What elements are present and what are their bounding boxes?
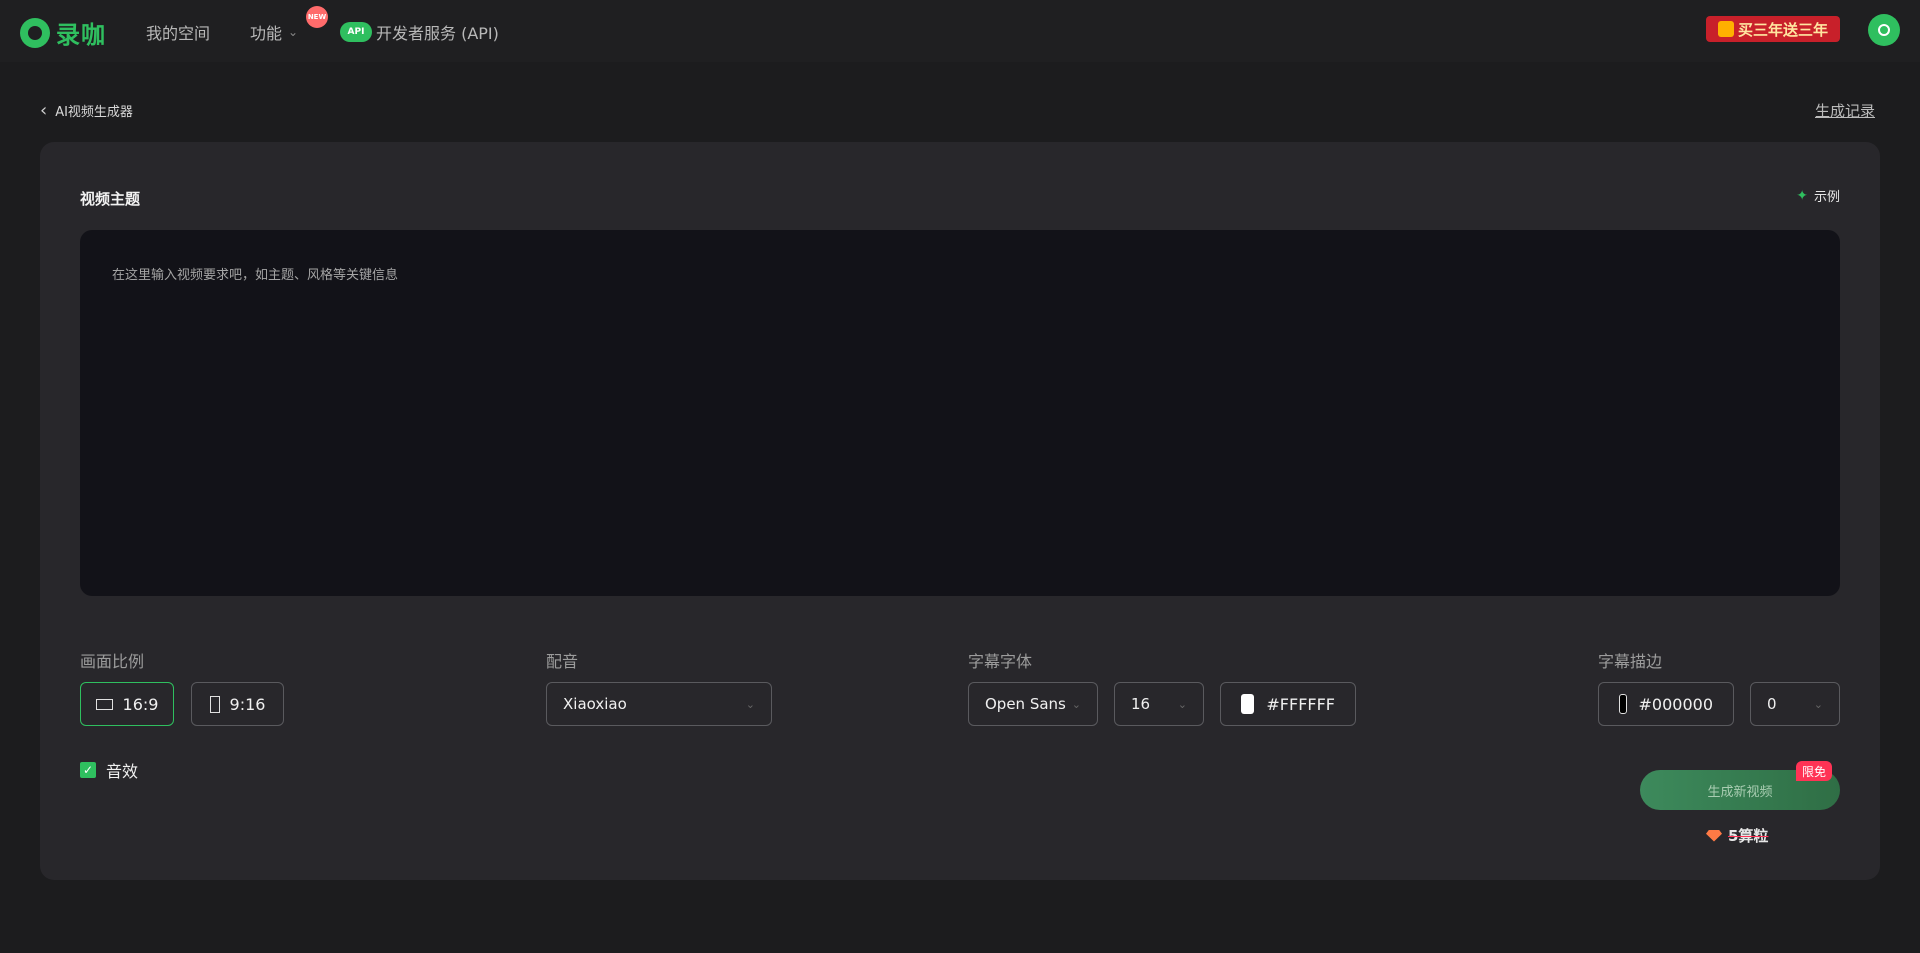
cost-value: 5算粒: [1728, 827, 1769, 845]
promo-banner[interactable]: 买三年送三年: [1706, 16, 1840, 42]
color-swatch: [1241, 694, 1255, 714]
history-link[interactable]: 生成记录: [1815, 100, 1875, 121]
voice-value: Xiaoxiao: [563, 695, 627, 713]
stroke-width-select[interactable]: 0 ⌄: [1750, 682, 1840, 726]
example-label: 示例: [1813, 190, 1840, 205]
landscape-icon: [95, 698, 113, 710]
nav-api-label: 开发者服务 (API): [376, 24, 499, 43]
ratio-label: 画面比例: [80, 652, 145, 671]
app-logo[interactable]: 录咖: [20, 15, 106, 50]
new-badge: NEW: [306, 6, 328, 28]
font-color-value: #FFFFFF: [1266, 694, 1335, 714]
app-name: 录咖: [56, 21, 106, 49]
nav-features-label: 功能: [250, 24, 283, 43]
chevron-down-icon: ⌄: [1813, 697, 1823, 711]
check-icon: ✓: [80, 762, 96, 778]
gem-icon: [1706, 829, 1722, 842]
nav-my-space[interactable]: 我的空间: [146, 20, 210, 44]
user-icon: [1878, 24, 1890, 36]
stroke-color-value: #000000: [1638, 694, 1713, 714]
sfx-checkbox[interactable]: ✓ 音效: [80, 758, 138, 782]
top-bar: 录咖 我的空间 功能 ⌄ NEW API 开发者服务 (API) 买三年送三年: [0, 0, 1920, 62]
font-family-select[interactable]: Open Sans ⌄: [968, 682, 1098, 726]
subtitle-font-label: 字幕字体: [968, 652, 1033, 671]
generator-card: 视频主题 ✦ 示例 在这里输入视频要求吧，如主题、风格等关键信息 画面比例 配音…: [40, 142, 1880, 880]
ratio-9-16-button[interactable]: 9:16: [191, 682, 284, 726]
font-size-select[interactable]: 16 ⌄: [1114, 682, 1204, 726]
example-button[interactable]: ✦ 示例: [1796, 186, 1840, 206]
font-color-picker[interactable]: #FFFFFF: [1220, 682, 1356, 726]
ratio-9-16-label: 9:16: [229, 694, 266, 714]
chevron-down-icon: ⌄: [1071, 697, 1081, 711]
ratio-16-9-button[interactable]: 16:9: [80, 682, 174, 726]
font-family-value: Open Sans: [985, 695, 1066, 713]
api-cloud-icon: API: [340, 22, 372, 42]
subtitle-stroke-label: 字幕描边: [1598, 652, 1663, 671]
chevron-down-icon: ⌄: [1177, 697, 1187, 711]
generate-label: 生成新视频: [1707, 784, 1773, 800]
voice-label: 配音: [546, 652, 579, 671]
chevron-down-icon: ⌄: [745, 697, 755, 711]
nav-features[interactable]: 功能 ⌄: [250, 20, 298, 44]
avatar[interactable]: [1868, 14, 1900, 46]
sfx-label: 音效: [106, 762, 139, 781]
topic-input[interactable]: 在这里输入视频要求吧，如主题、风格等关键信息: [80, 230, 1840, 596]
gift-icon: [1717, 21, 1734, 37]
topic-title: 视频主题: [80, 190, 141, 208]
stroke-width-value: 0: [1767, 695, 1777, 713]
logo-icon: [20, 17, 50, 48]
nav-api[interactable]: API 开发者服务 (API): [340, 20, 499, 44]
ratio-16-9-label: 16:9: [122, 694, 159, 714]
page-title: AI视频生成器: [55, 105, 133, 120]
back-button[interactable]: ‹ AI视频生成器: [40, 100, 133, 121]
cost-display: 5算粒: [1706, 825, 1768, 846]
topic-placeholder: 在这里输入视频要求吧，如主题、风格等关键信息: [112, 268, 399, 283]
free-badge: 限免: [1796, 761, 1833, 781]
portrait-icon: [209, 695, 220, 713]
stroke-color-picker[interactable]: #000000: [1598, 682, 1734, 726]
chevron-down-icon: ⌄: [288, 25, 299, 39]
chevron-left-icon: ‹: [40, 100, 48, 121]
font-size-value: 16: [1131, 695, 1151, 713]
voice-select[interactable]: Xiaoxiao ⌄: [546, 682, 772, 726]
color-swatch: [1619, 694, 1627, 714]
magic-wand-icon: ✦: [1796, 187, 1808, 204]
promo-text: 买三年送三年: [1737, 20, 1828, 39]
